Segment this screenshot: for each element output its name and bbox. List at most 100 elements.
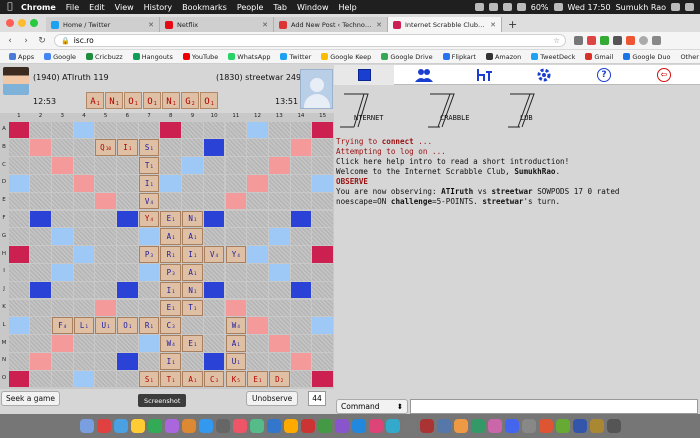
board-square[interactable] (225, 281, 247, 299)
menu-app[interactable]: Chrome (16, 3, 61, 12)
dock-app-icon[interactable] (606, 419, 621, 433)
dock-app-icon[interactable] (572, 419, 587, 433)
board-square[interactable] (117, 121, 138, 139)
board-square[interactable] (8, 192, 30, 210)
board-square[interactable] (51, 281, 73, 299)
other-bookmarks[interactable]: Other Bookmarks (675, 53, 700, 61)
board-square[interactable] (312, 174, 333, 192)
board-square[interactable] (95, 228, 116, 246)
board-square[interactable] (117, 352, 138, 370)
tables-button[interactable] (454, 65, 514, 85)
board-square[interactable] (138, 281, 160, 299)
board-square[interactable] (30, 281, 51, 299)
settings-button[interactable] (514, 65, 574, 85)
board-square[interactable] (203, 174, 225, 192)
board-square[interactable] (268, 352, 290, 370)
dock-app-icon[interactable] (283, 419, 298, 433)
board-square[interactable] (73, 281, 95, 299)
board-square[interactable] (51, 139, 73, 157)
board-square[interactable] (268, 192, 290, 210)
board-square[interactable] (268, 281, 290, 299)
board-square[interactable] (30, 299, 51, 317)
board-square[interactable] (312, 121, 333, 139)
board-square[interactable] (117, 281, 138, 299)
board-square[interactable] (51, 335, 73, 352)
board-square[interactable] (138, 228, 160, 246)
board-square[interactable] (73, 210, 95, 228)
extension-icon[interactable] (600, 36, 609, 45)
board-square[interactable] (290, 174, 312, 192)
board-square[interactable] (247, 121, 268, 139)
menu-bookmarks[interactable]: Bookmarks (177, 3, 232, 12)
rack-tile[interactable]: O1 (200, 92, 218, 109)
board-square[interactable] (247, 335, 268, 352)
board-square[interactable] (182, 192, 203, 210)
close-window-button[interactable] (6, 19, 14, 27)
board-square[interactable] (30, 210, 51, 228)
board-square[interactable] (73, 139, 95, 157)
board-square[interactable] (268, 317, 290, 335)
board-square[interactable] (247, 263, 268, 281)
bookmark-item[interactable]: Cricbuzz (81, 53, 128, 61)
board-square[interactable] (203, 139, 225, 157)
board-square[interactable] (160, 192, 182, 210)
tab-add-new-post[interactable]: Add New Post ‹ Technology Post ✕ (274, 17, 388, 32)
board-square[interactable] (182, 317, 203, 335)
board-square[interactable] (203, 192, 225, 210)
board-square[interactable] (8, 121, 30, 139)
menu-file[interactable]: File (61, 3, 84, 12)
players-button[interactable] (394, 65, 454, 85)
board-square[interactable] (30, 335, 51, 352)
board-square[interactable] (117, 192, 138, 210)
board-square[interactable] (73, 192, 95, 210)
board-square[interactable] (312, 281, 333, 299)
board-square[interactable] (51, 352, 73, 370)
board-square[interactable] (225, 192, 247, 210)
extension-icon[interactable] (574, 36, 583, 45)
board-square[interactable] (160, 121, 182, 139)
dock-app-icon[interactable] (589, 419, 604, 433)
board-square[interactable] (247, 174, 268, 192)
board-square[interactable] (30, 228, 51, 246)
bookmark-item[interactable]: Hangouts (128, 53, 178, 61)
extension-icon[interactable] (613, 36, 622, 45)
board-square[interactable] (247, 281, 268, 299)
board-square[interactable] (73, 121, 95, 139)
menubar-clock[interactable]: Wed 17:50 (568, 3, 611, 12)
command-input[interactable] (410, 399, 698, 414)
board-square[interactable] (160, 139, 182, 157)
bookmark-item[interactable]: YouTube (178, 53, 223, 61)
board-square[interactable] (95, 352, 116, 370)
board-square[interactable] (95, 263, 116, 281)
dock-app-icon[interactable] (487, 419, 502, 433)
board-square[interactable] (8, 246, 30, 263)
board-square[interactable] (73, 263, 95, 281)
board-square[interactable] (160, 174, 182, 192)
dock-app-icon[interactable] (419, 419, 434, 433)
board-square[interactable] (312, 317, 333, 335)
board-square[interactable] (268, 263, 290, 281)
board-square[interactable] (312, 335, 333, 352)
board-square[interactable] (73, 370, 95, 388)
bookmark-item[interactable]: WhatsApp (223, 53, 275, 61)
board-square[interactable] (30, 352, 51, 370)
board-square[interactable] (30, 263, 51, 281)
board-square[interactable] (312, 370, 333, 388)
board-square[interactable] (117, 263, 138, 281)
board-square[interactable] (247, 228, 268, 246)
board-square[interactable] (203, 263, 225, 281)
board-square[interactable] (138, 299, 160, 317)
board-square[interactable] (95, 121, 116, 139)
board-square[interactable] (203, 335, 225, 352)
board-square[interactable] (51, 246, 73, 263)
board-square[interactable] (117, 228, 138, 246)
dock-app-icon[interactable] (198, 419, 213, 433)
menu-history[interactable]: History (139, 3, 177, 12)
url-input[interactable]: 🔒 isc.ro ☆ (54, 34, 566, 47)
dock-app-icon[interactable] (453, 419, 468, 433)
board-square[interactable] (268, 299, 290, 317)
board-square[interactable] (290, 299, 312, 317)
dock-app-icon[interactable] (249, 419, 264, 433)
reload-icon[interactable]: ↻ (38, 36, 46, 46)
board-square[interactable] (312, 157, 333, 174)
